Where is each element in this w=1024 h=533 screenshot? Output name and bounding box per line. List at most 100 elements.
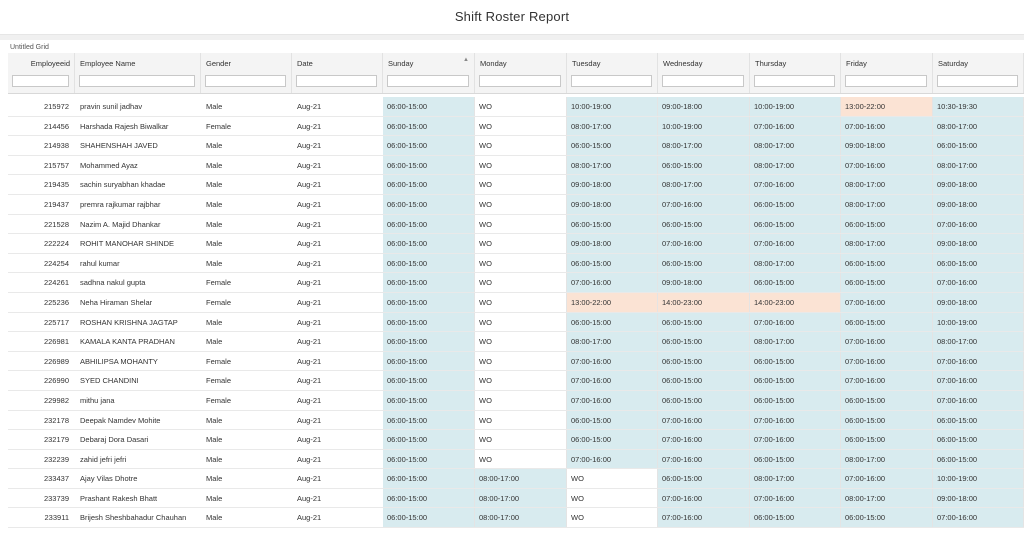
table-row[interactable]: 224261 sadhna nakul gupta Female Aug-21 06:0… xyxy=(8,273,1024,293)
cell-thursday[interactable]: 06:00-15:00 xyxy=(750,273,841,292)
cell-thursday[interactable]: 07:00-16:00 xyxy=(750,234,841,253)
cell-sunday[interactable]: 06:00-15:00 xyxy=(383,508,475,528)
cell-wednesday[interactable]: 06:00-15:00 xyxy=(658,390,750,410)
table-row[interactable]: 233739 Prashant Rakesh Bhatt Male Aug-21 06:… xyxy=(8,488,1024,509)
cell-saturday[interactable]: 09:00-18:00 xyxy=(933,292,1024,312)
filter-employee-name[interactable] xyxy=(79,75,195,87)
cell-monday[interactable]: 08:00-17:00 xyxy=(475,469,567,488)
sort-up-icon[interactable]: ▲ xyxy=(463,57,469,63)
cell-friday[interactable]: 06:00-15:00 xyxy=(841,430,933,449)
cell-friday[interactable]: 06:00-15:00 xyxy=(841,410,933,430)
cell-thursday[interactable]: 06:00-15:00 xyxy=(750,214,841,234)
filter-date[interactable] xyxy=(296,75,377,87)
table-row[interactable]: 226990 SYED CHANDINI Female Aug-21 06:00-15:… xyxy=(8,371,1024,391)
cell-monday[interactable]: WO xyxy=(475,175,567,194)
cell-saturday[interactable]: 06:00-15:00 xyxy=(933,410,1024,430)
cell-friday[interactable]: 06:00-15:00 xyxy=(841,508,933,528)
header-wednesday[interactable]: Wednesday xyxy=(658,53,750,93)
cell-thursday[interactable]: 08:00-17:00 xyxy=(750,136,841,155)
header-thursday[interactable]: Thursday xyxy=(750,53,841,93)
cell-thursday[interactable]: 07:00-16:00 xyxy=(750,116,841,136)
cell-thursday[interactable]: 06:00-15:00 xyxy=(750,194,841,214)
cell-tuesday[interactable]: WO xyxy=(567,488,658,508)
cell-sunday[interactable]: 06:00-15:00 xyxy=(383,136,475,155)
cell-wednesday[interactable]: 07:00-16:00 xyxy=(658,234,750,253)
table-row[interactable]: 214456 Harshada Rajesh Biwalkar Female Aug-… xyxy=(8,116,1024,137)
cell-sunday[interactable]: 06:00-15:00 xyxy=(383,234,475,253)
cell-sunday[interactable]: 06:00-15:00 xyxy=(383,390,475,410)
table-row[interactable]: 215757 Mohammed Ayaz Male Aug-21 06:00-15:00… xyxy=(8,155,1024,176)
filter-monday[interactable] xyxy=(479,75,561,87)
cell-wednesday[interactable]: 10:00-19:00 xyxy=(658,116,750,136)
table-row[interactable]: 233437 Ajay Vilas Dhotre Male Aug-21 06:00-1… xyxy=(8,469,1024,489)
cell-tuesday[interactable]: 07:00-16:00 xyxy=(567,273,658,292)
cell-tuesday[interactable]: WO xyxy=(567,508,658,528)
cell-thursday[interactable]: 06:00-15:00 xyxy=(750,351,841,371)
cell-saturday[interactable]: 08:00-17:00 xyxy=(933,116,1024,136)
cell-wednesday[interactable]: 06:00-15:00 xyxy=(658,332,750,351)
cell-tuesday[interactable]: 09:00-18:00 xyxy=(567,194,658,214)
cell-saturday[interactable]: 06:00-15:00 xyxy=(933,253,1024,273)
cell-monday[interactable]: 08:00-17:00 xyxy=(475,508,567,528)
cell-saturday[interactable]: 09:00-18:00 xyxy=(933,194,1024,214)
cell-friday[interactable]: 07:00-16:00 xyxy=(841,116,933,136)
cell-monday[interactable]: WO xyxy=(475,371,567,390)
cell-tuesday[interactable]: 06:00-15:00 xyxy=(567,430,658,449)
cell-sunday[interactable]: 06:00-15:00 xyxy=(383,292,475,312)
header-gender[interactable]: Gender xyxy=(201,53,292,93)
cell-sunday[interactable]: 06:00-15:00 xyxy=(383,175,475,194)
cell-sunday[interactable]: 06:00-15:00 xyxy=(383,97,475,116)
cell-saturday[interactable]: 07:00-16:00 xyxy=(933,351,1024,371)
table-row[interactable]: 229982 mithu jana Female Aug-21 06:00-15:00 W… xyxy=(8,390,1024,411)
cell-saturday[interactable]: 09:00-18:00 xyxy=(933,488,1024,508)
cell-thursday[interactable]: 06:00-15:00 xyxy=(750,508,841,528)
cell-sunday[interactable]: 06:00-15:00 xyxy=(383,371,475,390)
table-row[interactable]: 226981 KAMALA KANTA PRADHAN Male Aug-21 06:0… xyxy=(8,332,1024,352)
cell-monday[interactable]: WO xyxy=(475,116,567,136)
header-sunday[interactable]: Sunday ▲ xyxy=(383,53,475,93)
cell-friday[interactable]: 08:00-17:00 xyxy=(841,175,933,194)
cell-monday[interactable]: WO xyxy=(475,253,567,273)
cell-wednesday[interactable]: 07:00-16:00 xyxy=(658,488,750,508)
cell-friday[interactable]: 08:00-17:00 xyxy=(841,234,933,253)
cell-friday[interactable]: 09:00-18:00 xyxy=(841,136,933,155)
cell-monday[interactable]: WO xyxy=(475,136,567,155)
header-employee-name[interactable]: Employee Name xyxy=(75,53,201,93)
cell-sunday[interactable]: 06:00-15:00 xyxy=(383,273,475,292)
cell-saturday[interactable]: 08:00-17:00 xyxy=(933,155,1024,175)
cell-friday[interactable]: 08:00-17:00 xyxy=(841,449,933,469)
filter-thursday[interactable] xyxy=(754,75,835,87)
cell-sunday[interactable]: 06:00-15:00 xyxy=(383,469,475,488)
cell-saturday[interactable]: 06:00-15:00 xyxy=(933,449,1024,469)
header-employeeid[interactable]: Employeeid xyxy=(8,53,75,93)
cell-saturday[interactable]: 06:00-15:00 xyxy=(933,136,1024,155)
cell-saturday[interactable]: 10:30-19:30 xyxy=(933,97,1024,116)
cell-friday[interactable]: 07:00-16:00 xyxy=(841,332,933,351)
table-row[interactable]: 214938 SHAHENSHAH JAVED Male Aug-21 06:00-15… xyxy=(8,136,1024,156)
cell-wednesday[interactable]: 09:00-18:00 xyxy=(658,273,750,292)
cell-monday[interactable]: WO xyxy=(475,390,567,410)
cell-tuesday[interactable]: 08:00-17:00 xyxy=(567,155,658,175)
cell-wednesday[interactable]: 06:00-15:00 xyxy=(658,214,750,234)
cell-tuesday[interactable]: 10:00-19:00 xyxy=(567,97,658,116)
cell-tuesday[interactable]: 07:00-16:00 xyxy=(567,351,658,371)
cell-wednesday[interactable]: 14:00-23:00 xyxy=(658,292,750,312)
table-row[interactable]: 224254 rahul kumar Male Aug-21 06:00-15:00 WO… xyxy=(8,253,1024,274)
cell-wednesday[interactable]: 07:00-16:00 xyxy=(658,449,750,469)
cell-friday[interactable]: 06:00-15:00 xyxy=(841,253,933,273)
cell-thursday[interactable]: 06:00-15:00 xyxy=(750,371,841,390)
table-row[interactable]: 233911 Brijesh Sheshbahadur Chauhan Male Au… xyxy=(8,508,1024,529)
cell-tuesday[interactable]: 06:00-15:00 xyxy=(567,136,658,155)
cell-sunday[interactable]: 06:00-15:00 xyxy=(383,449,475,469)
cell-saturday[interactable]: 07:00-16:00 xyxy=(933,214,1024,234)
cell-monday[interactable]: 08:00-17:00 xyxy=(475,488,567,508)
cell-monday[interactable]: WO xyxy=(475,155,567,175)
cell-wednesday[interactable]: 08:00-17:00 xyxy=(658,175,750,194)
cell-wednesday[interactable]: 08:00-17:00 xyxy=(658,136,750,155)
cell-wednesday[interactable]: 06:00-15:00 xyxy=(658,371,750,390)
cell-monday[interactable]: WO xyxy=(475,449,567,469)
cell-friday[interactable]: 07:00-16:00 xyxy=(841,469,933,488)
cell-wednesday[interactable]: 06:00-15:00 xyxy=(658,469,750,488)
cell-friday[interactable]: 08:00-17:00 xyxy=(841,194,933,214)
table-row[interactable]: 222224 ROHIT MANOHAR SHINDE Male Aug-21 06:0… xyxy=(8,234,1024,254)
